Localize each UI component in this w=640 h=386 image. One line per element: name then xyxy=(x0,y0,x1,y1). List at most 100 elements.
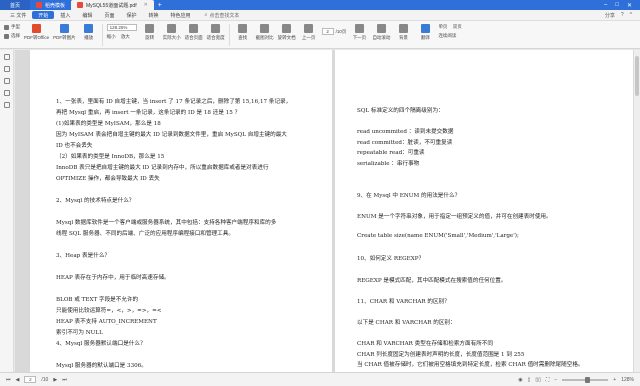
tool-label: 播放 xyxy=(84,35,94,40)
attachment-icon[interactable] xyxy=(3,102,10,108)
menu-bar: 三 文件 开始 插入 编辑 页面 保护 转换 特色应用 ⌕ 点击查找文本 分享 … xyxy=(0,10,640,21)
doc-line: 4、Mysql 服务器默认端口是什么？ xyxy=(56,341,146,347)
zoom-input[interactable]: 128.25% xyxy=(106,24,137,31)
auto-scroll-button[interactable]: 自动滚动 xyxy=(372,24,390,41)
doc-line: （2）如果表的类型是 InnoDB，那么是 15 xyxy=(56,154,165,160)
status-right: ◉ ▯ ▯▯ ⛶ − + 128% xyxy=(518,376,634,383)
prev-page-icon[interactable]: ◀ xyxy=(16,377,20,383)
tool-label: 上一页 xyxy=(301,35,316,40)
menu-features[interactable]: 特色应用 xyxy=(164,10,196,21)
actual-size-button[interactable]: 实际大小 xyxy=(163,24,181,41)
continuous-button[interactable]: 连续阅读 xyxy=(438,33,461,39)
zoom-out-icon[interactable]: − xyxy=(554,377,557,383)
last-page-icon[interactable]: ⏭ xyxy=(62,377,67,383)
eye-icon[interactable]: ◉ xyxy=(518,377,522,383)
tab-document[interactable]: MySQL55道面试题.pdf ✕ xyxy=(71,0,154,10)
page-number-input[interactable]: 2 xyxy=(321,28,334,35)
thumbnail-icon[interactable] xyxy=(3,54,10,60)
menu-page[interactable]: 页面 xyxy=(98,10,120,21)
scroll-thumb[interactable] xyxy=(635,56,639,96)
pdf-to-image-button[interactable]: PDF转图片 xyxy=(53,24,76,41)
doc-line: HEAP 表存在于内存中，用于临时高速存储。 xyxy=(56,275,170,281)
status-page-input[interactable]: 2 xyxy=(24,376,37,383)
menu-file[interactable]: 三 文件 xyxy=(4,10,32,21)
menu-convert[interactable]: 转换 xyxy=(142,10,164,21)
select-label: 选择 xyxy=(11,33,20,38)
select-tool[interactable]: 选择 xyxy=(4,33,20,39)
zoom-slider-knob[interactable] xyxy=(584,376,590,383)
doc-line: 3、Heap 表是什么？ xyxy=(56,253,111,259)
rotate-button[interactable]: 旋转 xyxy=(141,24,159,41)
tool-label: PDF转Office xyxy=(24,35,50,40)
double-view-icon[interactable]: ▯▯ xyxy=(535,377,541,383)
doc-line: 再把 Mysql 重启，再 insert 一条记录，这条记录的 ID 是 18 … xyxy=(56,110,241,116)
search-placeholder: 点击查找文本 xyxy=(209,12,240,19)
play-button[interactable]: 播放 xyxy=(80,24,98,41)
tool-label: 截图对比 xyxy=(255,35,274,40)
rotate-doc-button[interactable]: 旋转文档 xyxy=(278,24,296,41)
zoom-slider[interactable] xyxy=(562,376,609,383)
doc-line: CHAR 列长度固定为创建表时声明的长度，长度值范围是 1 到 255 xyxy=(357,351,525,358)
share-button[interactable]: 分享 xyxy=(605,12,615,19)
tab-bar: 首页 稻壳模板 MySQL55道面试题.pdf ✕ + – □ ✕ xyxy=(0,0,640,10)
fit-width-button[interactable]: 适合宽度 xyxy=(207,24,225,41)
tool-label: PDF转图片 xyxy=(53,35,76,40)
menu-insert[interactable]: 插入 xyxy=(54,10,76,21)
translate-button[interactable]: 翻译 xyxy=(416,24,434,41)
vertical-scrollbar[interactable] xyxy=(634,50,640,372)
document-view[interactable]: 1、一张表，里面有 ID 自增主键，当 insert 了 17 条记录之后，删除… xyxy=(15,50,634,372)
menu-edit[interactable]: 编辑 xyxy=(76,10,98,21)
doc-line: 当 CHAR 值被存储时，它们被用空格填充到特定长度，检索 CHAR 值时需删除… xyxy=(357,362,584,369)
pdf-to-office-button[interactable]: PDF转Office xyxy=(24,24,49,41)
doc-line: 10、如何定义 REGEXP？ xyxy=(357,256,425,263)
doc-line: CHAR 和 VARCHAR 类型在存储和检索方面有所不同 xyxy=(357,341,493,348)
tool-label: 背景 xyxy=(398,35,408,40)
status-page-total: /10 xyxy=(41,376,49,383)
doc-line: 因为 MyISAM 表会把自增主键的最大 ID 记录到数据文件里，重启 MySQ… xyxy=(56,132,287,138)
hand-tool[interactable]: 手型 xyxy=(4,24,20,30)
background-button[interactable]: 背景 xyxy=(394,24,412,41)
bookmark-icon[interactable] xyxy=(3,66,10,72)
minimize-icon[interactable]: – xyxy=(604,2,607,9)
cursor-tools: 手型 选择 xyxy=(4,24,20,39)
tab-templates[interactable]: 稻壳模板 xyxy=(30,0,71,10)
auto-scroll-icon xyxy=(376,24,386,33)
doc-line: repeatable read：可重读 xyxy=(357,150,425,157)
tab-home[interactable]: 首页 xyxy=(0,0,30,10)
zoom-in-button[interactable]: 放大 xyxy=(121,34,130,40)
fullscreen-icon[interactable]: ⛶ xyxy=(546,377,550,383)
close-window-icon[interactable]: ✕ xyxy=(627,2,632,9)
divider xyxy=(101,24,103,46)
fit-page-icon xyxy=(189,24,199,33)
search-panel-icon[interactable] xyxy=(3,90,10,96)
zoom-out-button[interactable]: 缩小 xyxy=(107,34,116,40)
screenshot-icon xyxy=(260,24,270,33)
tool-label: 适合页面 xyxy=(184,35,203,40)
first-page-icon[interactable]: ⏮ xyxy=(6,377,11,383)
single-page-button[interactable]: 单页 双页 xyxy=(438,24,461,30)
toolbar: 手型 选择 PDF转Office PDF转图片 播放 128.25% 缩小 放大… xyxy=(0,21,640,49)
maximize-icon[interactable]: □ xyxy=(615,2,619,9)
search-box[interactable]: ⌕ 点击查找文本 xyxy=(205,12,240,19)
page-right: SQL 标准定义的四个隔离级别为： read uncommited ：读到未提交数… xyxy=(335,50,633,372)
help-button[interactable]: ? xyxy=(621,12,624,19)
next-page-icon[interactable]: ▶ xyxy=(53,377,57,383)
menu-home[interactable]: 开始 xyxy=(32,11,55,19)
next-page-button[interactable]: 下一页 xyxy=(350,24,368,41)
tab-label: 稻壳模板 xyxy=(45,2,66,9)
find-button[interactable]: 查找 xyxy=(234,24,252,41)
screenshot-compare-button[interactable]: 截图对比 xyxy=(256,24,274,41)
annotation-icon[interactable] xyxy=(3,78,10,84)
collapse-icon[interactable]: ^ xyxy=(630,12,632,19)
template-icon xyxy=(36,2,42,8)
double-page-button[interactable]: 双页 xyxy=(453,24,462,30)
close-icon[interactable]: ✕ xyxy=(144,2,148,8)
window-controls: – □ ✕ xyxy=(604,2,640,9)
fit-width-icon xyxy=(211,24,221,33)
prev-page-button[interactable]: 上一页 xyxy=(300,24,318,41)
zoom-in-icon[interactable]: + xyxy=(613,377,616,383)
fit-page-button[interactable]: 适合页面 xyxy=(185,24,203,41)
add-tab-button[interactable]: + xyxy=(154,2,166,9)
menu-protect[interactable]: 保护 xyxy=(120,10,142,21)
single-view-icon[interactable]: ▯ xyxy=(528,377,531,383)
